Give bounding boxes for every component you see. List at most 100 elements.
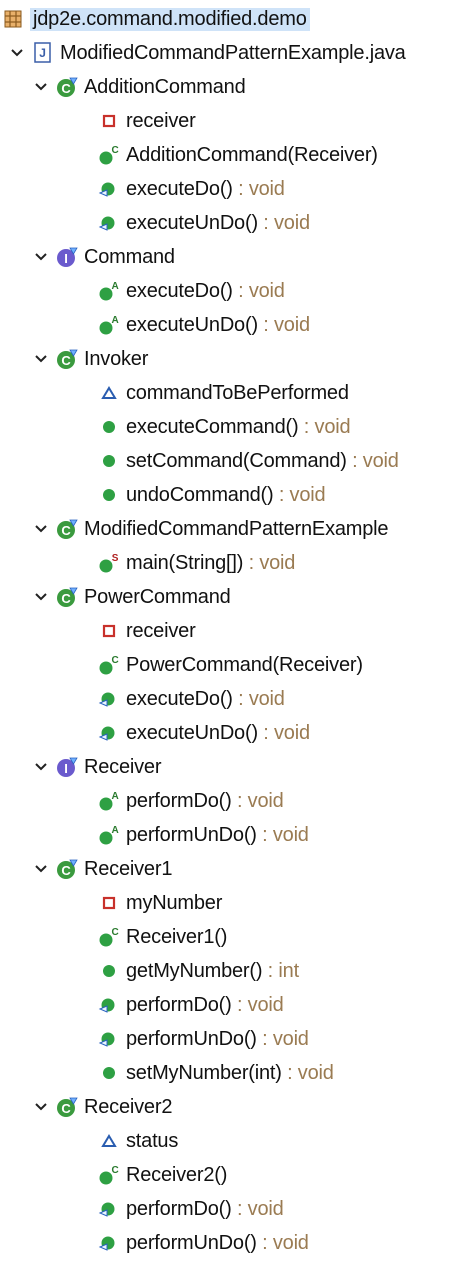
type-row[interactable]: C Receiver2	[30, 1092, 172, 1122]
chevron-down-icon[interactable]	[30, 752, 52, 782]
member-row[interactable]: performDo() : void	[98, 1194, 284, 1224]
return-type: void	[259, 551, 296, 574]
default-field-icon	[98, 1130, 120, 1152]
member-row[interactable]: receiver	[98, 106, 196, 136]
class-icon: C	[56, 518, 78, 540]
member-label: PowerCommand(Receiver)	[126, 653, 363, 676]
member-row[interactable]: setMyNumber(int) : void	[98, 1058, 334, 1088]
implemented-method-icon	[98, 722, 120, 744]
member-label: Receiver2()	[126, 1163, 228, 1186]
public-constructor-icon: C	[98, 144, 120, 166]
member-label: performUnDo()	[126, 1231, 257, 1254]
return-type: void	[272, 823, 309, 846]
member-row[interactable]: AperformDo() : void	[98, 786, 284, 816]
type-row[interactable]: I Command	[30, 242, 175, 272]
type-label: Receiver2	[84, 1095, 173, 1118]
type-row[interactable]: C Invoker	[30, 344, 148, 374]
public-method-icon	[98, 484, 120, 506]
file-label: ModifiedCommandPatternExample.java	[60, 41, 406, 64]
implemented-method-icon	[98, 178, 120, 200]
svg-text:A: A	[111, 315, 118, 326]
abstract-method-icon: A	[98, 824, 120, 846]
member-row[interactable]: setCommand(Command) : void	[98, 446, 399, 476]
member-row[interactable]: Smain(String[]) : void	[98, 548, 295, 578]
chevron-down-icon[interactable]	[30, 514, 52, 544]
chevron-down-icon[interactable]	[30, 854, 52, 884]
member-row[interactable]: AexecuteUnDo() : void	[98, 310, 310, 340]
return-type: void	[289, 483, 326, 506]
private-field-icon	[98, 620, 120, 642]
member-row[interactable]: executeDo() : void	[98, 174, 285, 204]
type-separator: :	[273, 483, 290, 506]
class-icon: C	[56, 76, 78, 98]
member-label: executeDo()	[126, 279, 233, 302]
member-row[interactable]: performUnDo() : void	[98, 1024, 309, 1054]
member-row[interactable]: commandToBePerformed	[98, 378, 349, 408]
type-separator: :	[257, 721, 274, 744]
member-label: executeUnDo()	[126, 211, 258, 234]
abstract-method-icon: A	[98, 280, 120, 302]
chevron-down-icon[interactable]	[30, 72, 52, 102]
type-separator: :	[243, 551, 260, 574]
member-row[interactable]: executeCommand() : void	[98, 412, 351, 442]
member-row[interactable]: C Receiver1()	[98, 922, 227, 952]
member-label: executeUnDo()	[126, 721, 258, 744]
implemented-method-icon	[98, 1028, 120, 1050]
member-row[interactable]: executeDo() : void	[98, 684, 285, 714]
package-row[interactable]: jdp2e.command.modified.demo	[2, 4, 310, 34]
return-type: int	[278, 959, 299, 982]
member-row[interactable]: C AdditionCommand(Receiver)	[98, 140, 378, 170]
type-label: Receiver1	[84, 857, 173, 880]
member-row[interactable]: AperformUnDo() : void	[98, 820, 309, 850]
member-row[interactable]: getMyNumber() : int	[98, 956, 299, 986]
implemented-method-icon	[98, 1198, 120, 1220]
member-row[interactable]: AexecuteDo() : void	[98, 276, 285, 306]
chevron-down-icon[interactable]	[30, 242, 52, 272]
type-row[interactable]: C Receiver1	[30, 854, 172, 884]
member-row[interactable]: C PowerCommand(Receiver)	[98, 650, 363, 680]
type-separator: :	[256, 1027, 273, 1050]
type-label: AdditionCommand	[84, 75, 246, 98]
svg-text:C: C	[61, 353, 71, 368]
public-method-icon	[98, 1062, 120, 1084]
member-row[interactable]: C Receiver2()	[98, 1160, 227, 1190]
svg-text:I: I	[64, 761, 67, 776]
abstract-method-icon: A	[98, 314, 120, 336]
static-method-icon: S	[98, 552, 120, 574]
member-row[interactable]: performUnDo() : void	[98, 1228, 309, 1258]
member-label: setCommand(Command)	[126, 449, 347, 472]
type-separator: :	[346, 449, 363, 472]
chevron-down-icon[interactable]	[6, 38, 28, 68]
chevron-down-icon[interactable]	[30, 344, 52, 374]
interface-icon: I	[56, 756, 78, 778]
member-row[interactable]: myNumber	[98, 888, 222, 918]
type-row[interactable]: I Receiver	[30, 752, 162, 782]
type-row[interactable]: C PowerCommand	[30, 582, 231, 612]
member-row[interactable]: performDo() : void	[98, 990, 284, 1020]
type-separator: :	[232, 177, 249, 200]
default-field-icon	[98, 382, 120, 404]
class-icon: C	[56, 858, 78, 880]
java-file-icon: J	[32, 42, 54, 64]
chevron-down-icon[interactable]	[30, 582, 52, 612]
member-row[interactable]: executeUnDo() : void	[98, 208, 310, 238]
type-label: ModifiedCommandPatternExample	[84, 517, 389, 540]
member-label: getMyNumber()	[126, 959, 263, 982]
member-label: setMyNumber(int)	[126, 1061, 282, 1084]
svg-text:S: S	[112, 553, 119, 564]
type-row[interactable]: C AdditionCommand	[30, 72, 246, 102]
svg-text:A: A	[111, 825, 118, 836]
member-row[interactable]: executeUnDo() : void	[98, 718, 310, 748]
public-method-icon	[98, 960, 120, 982]
file-row[interactable]: J ModifiedCommandPatternExample.java	[6, 38, 406, 68]
member-row[interactable]: undoCommand() : void	[98, 480, 326, 510]
svg-text:C: C	[111, 655, 118, 666]
type-row[interactable]: C ModifiedCommandPatternExample	[30, 514, 389, 544]
member-row[interactable]: receiver	[98, 616, 196, 646]
return-type: void	[272, 1231, 309, 1254]
type-label: PowerCommand	[84, 585, 231, 608]
chevron-down-icon[interactable]	[30, 1092, 52, 1122]
member-row[interactable]: status	[98, 1126, 178, 1156]
member-label: status	[126, 1129, 179, 1152]
return-type: void	[248, 687, 285, 710]
